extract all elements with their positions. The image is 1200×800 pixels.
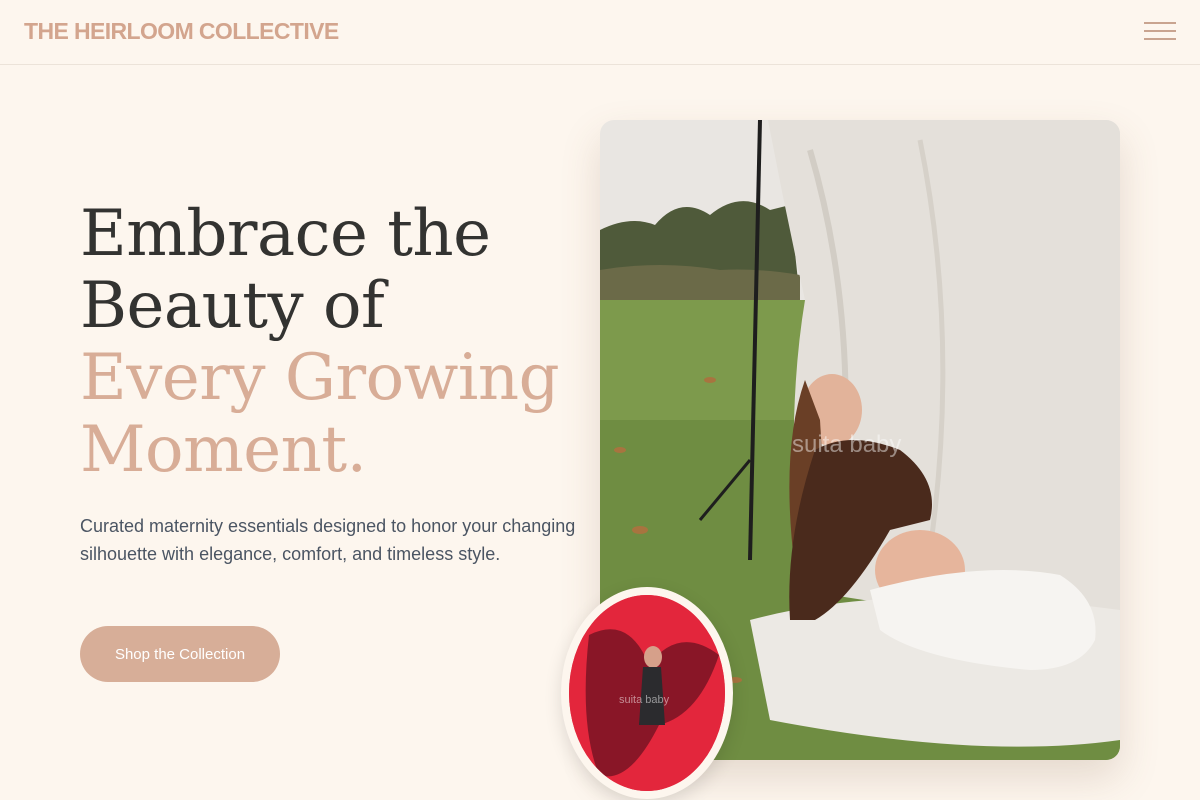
main-photo-watermark: suita baby — [792, 431, 901, 458]
inset-photo-watermark: suita baby — [619, 694, 670, 706]
hero-title-line-1: Embrace the — [80, 197, 491, 271]
hero-photo-inset: suita baby — [561, 587, 733, 799]
hero-title-accent-line-1: Every Growing — [80, 341, 560, 415]
hamburger-menu-icon[interactable] — [1140, 18, 1180, 46]
hero-title: Embrace the Beauty of Every Growing Mome… — [80, 198, 600, 486]
hero-description: Curated maternity essentials designed to… — [80, 516, 576, 564]
hero-title-accent-line-2: Moment. — [80, 413, 367, 487]
hero-title-line-2: Beauty of — [80, 269, 385, 343]
shop-collection-button[interactable]: Shop the Collection — [80, 626, 280, 682]
top-navigation-bar: THE HEIRLOOM COLLECTIVE — [0, 0, 1200, 65]
brand-logo[interactable]: THE HEIRLOOM COLLECTIVE — [24, 18, 339, 45]
